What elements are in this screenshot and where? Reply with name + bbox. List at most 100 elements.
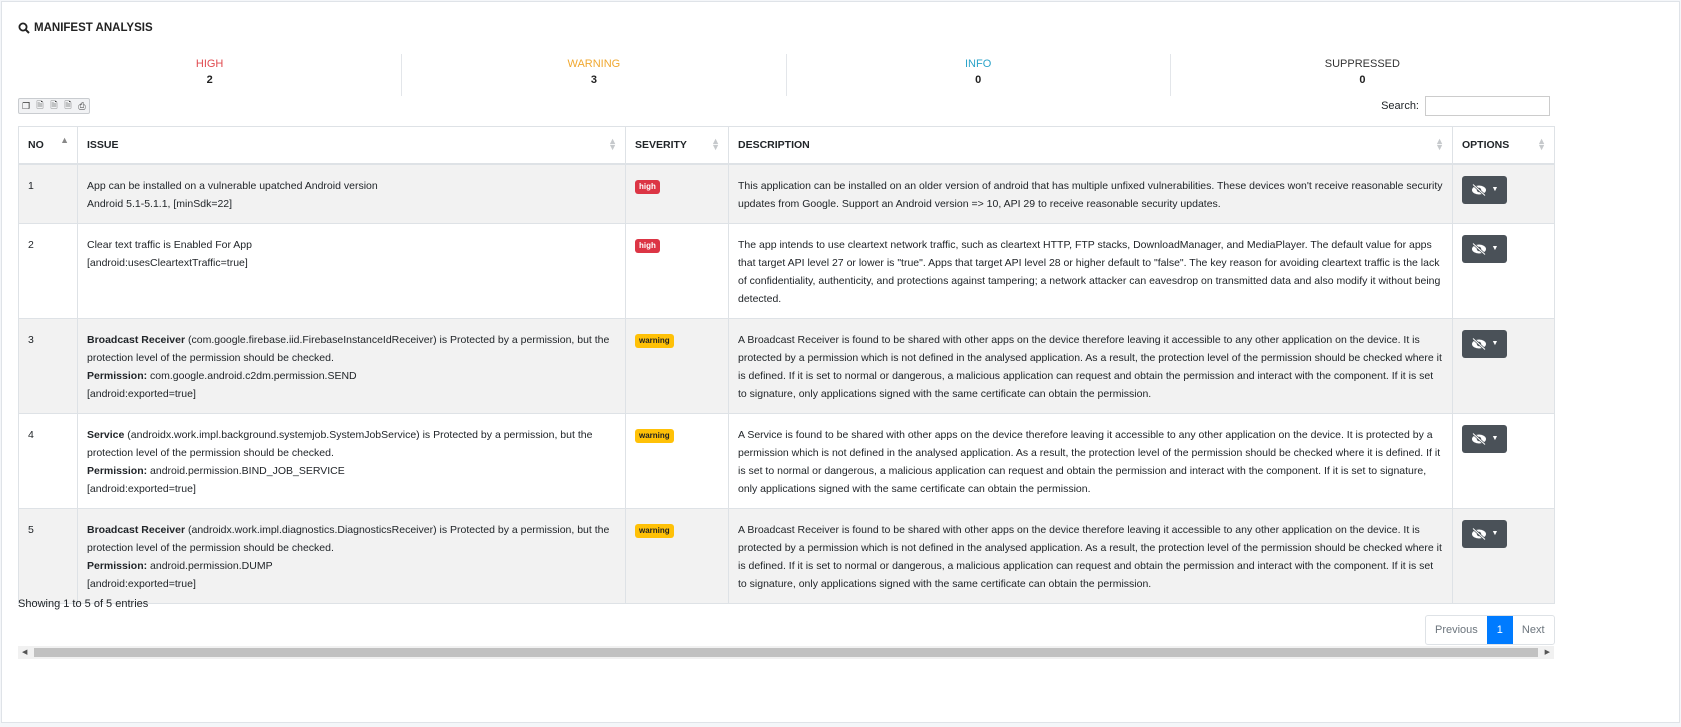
column-header-options[interactable]: OPTIONS ▲ ▼	[1452, 126, 1555, 165]
scroll-left-icon[interactable]: ◀	[22, 646, 27, 659]
previous-button[interactable]: Previous	[1426, 616, 1487, 644]
caret-down-icon: ▼	[1491, 245, 1499, 252]
row-issue: Broadcast Receiver (androidx.work.impl.d…	[77, 508, 626, 604]
stat-label: INFO	[964, 58, 992, 70]
column-header-issue[interactable]: ISSUE ▲ ▼	[77, 126, 626, 165]
row-description: A Broadcast Receiver is found to be shar…	[728, 508, 1453, 604]
row-no: 5	[18, 508, 78, 604]
row-issue: Service (androidx.work.impl.background.s…	[77, 413, 626, 509]
pdf-icon[interactable]: 🗎	[61, 99, 75, 113]
row-options: ▼	[1452, 318, 1555, 414]
search-input[interactable]	[1425, 96, 1550, 116]
export-buttons: ❐ 🗎 🗎 🗎 ⎙	[18, 98, 90, 114]
table-row: 5 Broadcast Receiver (androidx.work.impl…	[18, 508, 1555, 604]
eye-slash-icon	[1471, 433, 1486, 445]
column-header-description[interactable]: DESCRIPTION ▲ ▼	[728, 126, 1453, 165]
row-description: The app intends to use cleartext network…	[728, 223, 1453, 319]
row-severity: warning	[625, 413, 729, 509]
stat-high: HIGH 2	[18, 54, 403, 96]
severity-badge: warning	[635, 334, 674, 348]
copy-icon[interactable]: ❐	[19, 99, 33, 113]
severity-badge: high	[635, 239, 660, 253]
next-button[interactable]: Next	[1513, 616, 1554, 644]
stat-label: SUPPRESSED	[1324, 58, 1400, 70]
section-title-text: MANIFEST ANALYSIS	[34, 22, 153, 34]
caret-down-icon: ▼	[1491, 340, 1499, 347]
stat-label: HIGH	[195, 58, 224, 70]
excel-icon[interactable]: 🗎	[47, 99, 61, 113]
print-icon[interactable]: ⎙	[75, 99, 89, 113]
row-options: ▼	[1452, 508, 1555, 604]
permission-label: Permission:	[87, 560, 148, 572]
severity-badge: warning	[635, 429, 674, 443]
row-options: ▼	[1452, 413, 1555, 509]
issue-text: Clear text traffic is Enabled For App	[87, 239, 252, 251]
row-severity: high	[625, 223, 729, 319]
component-type: Broadcast Receiver	[87, 524, 186, 536]
severity-badge: high	[635, 180, 660, 194]
suppress-button[interactable]: ▼	[1462, 235, 1507, 263]
stat-info: INFO 0	[787, 54, 1171, 96]
section-title: MANIFEST ANALYSIS	[18, 22, 153, 34]
suppress-button[interactable]: ▼	[1462, 330, 1507, 358]
scroll-right-icon[interactable]: ▶	[1545, 646, 1550, 659]
row-options: ▼	[1452, 223, 1555, 319]
sort-asc-icon: ▲	[60, 135, 69, 145]
table-row: 1 App can be installed on a vulnerable u…	[18, 163, 1555, 224]
stat-warning: WARNING 3	[402, 54, 787, 96]
exported-flag: [android:exported=true]	[87, 388, 196, 400]
row-issue: Clear text traffic is Enabled For App [a…	[77, 223, 626, 319]
sort-icon: ▲ ▼	[711, 136, 720, 152]
search-icon	[18, 22, 30, 34]
eye-slash-icon	[1471, 528, 1486, 540]
issue-detail: [android:usesCleartextTraffic=true]	[87, 257, 248, 269]
horizontal-scrollbar[interactable]: ◀ ▶	[18, 646, 1554, 659]
row-description: This application can be installed on an …	[728, 163, 1453, 224]
caret-down-icon: ▼	[1491, 435, 1499, 442]
severity-stats: HIGH 2 WARNING 3 INFO 0 SUPPRESSED 0	[18, 54, 1554, 96]
row-description: A Broadcast Receiver is found to be shar…	[728, 318, 1453, 414]
table-row: 3 Broadcast Receiver (com.google.firebas…	[18, 318, 1555, 414]
component-type: Broadcast Receiver	[87, 334, 186, 346]
component-type: Service	[87, 429, 125, 441]
issue-detail: Android 5.1-5.1.1, [minSdk=22]	[87, 198, 233, 210]
caret-down-icon: ▼	[1491, 186, 1499, 193]
manifest-analysis-card: MANIFEST ANALYSIS HIGH 2 WARNING 3 INFO …	[1, 1, 1680, 723]
severity-badge: warning	[635, 524, 674, 538]
permission-label: Permission:	[87, 370, 148, 382]
exported-flag: [android:exported=true]	[87, 578, 196, 590]
suppress-button[interactable]: ▼	[1462, 425, 1507, 453]
row-issue: App can be installed on a vulnerable upa…	[77, 163, 626, 224]
stat-count: 0	[975, 74, 982, 86]
column-header-no[interactable]: NO ▲	[18, 126, 78, 165]
table-row: 2 Clear text traffic is Enabled For App …	[18, 223, 1555, 319]
stat-suppressed: SUPPRESSED 0	[1171, 54, 1554, 96]
permission-value: android.permission.BIND_JOB_SERVICE	[147, 465, 345, 477]
stat-count: 0	[1359, 74, 1366, 86]
row-severity: warning	[625, 318, 729, 414]
csv-icon[interactable]: 🗎	[33, 99, 47, 113]
row-description: A Service is found to be shared with oth…	[728, 413, 1453, 509]
search-label: Search:	[1381, 100, 1419, 112]
caret-down-icon: ▼	[1491, 530, 1499, 537]
issues-table-wrap: NO ▲ ISSUE ▲ ▼ SEVERITY ▲ ▼ DESCRIPTION ▲ ▼ OPT…	[18, 126, 1555, 604]
issues-table: NO ▲ ISSUE ▲ ▼ SEVERITY ▲ ▼ DESCRIPTION ▲ ▼ OPT…	[18, 126, 1555, 604]
eye-slash-icon	[1471, 184, 1486, 196]
sort-icon: ▲ ▼	[1537, 136, 1546, 152]
issue-text: (androidx.work.impl.background.systemjob…	[87, 429, 593, 459]
table-search: Search:	[1381, 96, 1550, 116]
row-options: ▼	[1452, 163, 1555, 224]
permission-value: com.google.android.c2dm.permission.SEND	[147, 370, 357, 382]
row-severity: high	[625, 163, 729, 224]
permission-value: android.permission.DUMP	[147, 560, 273, 572]
stat-count: 2	[206, 74, 213, 86]
table-info: Showing 1 to 5 of 5 entries	[18, 598, 149, 610]
suppress-button[interactable]: ▼	[1462, 176, 1507, 204]
column-header-severity[interactable]: SEVERITY ▲ ▼	[625, 126, 729, 165]
page-button-1[interactable]: 1	[1486, 616, 1513, 644]
suppress-button[interactable]: ▼	[1462, 520, 1507, 548]
table-row: 4 Service (androidx.work.impl.background…	[18, 413, 1555, 509]
table-header-row: NO ▲ ISSUE ▲ ▼ SEVERITY ▲ ▼ DESCRIPTION ▲ ▼ OPT…	[18, 126, 1555, 165]
scrollbar-thumb[interactable]	[34, 648, 1538, 657]
row-severity: warning	[625, 508, 729, 604]
